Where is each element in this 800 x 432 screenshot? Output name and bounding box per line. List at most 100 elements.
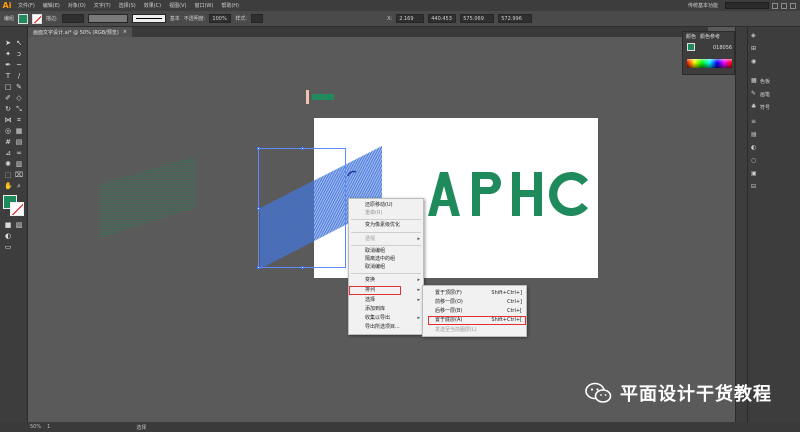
stroke-panel-icon[interactable]: ≡ xyxy=(751,119,757,125)
magic-wand-tool-icon[interactable]: ✦ xyxy=(4,50,12,58)
tab-color-guide[interactable]: 颜色参考 xyxy=(700,33,720,40)
appearance-panel-icon[interactable]: ○ xyxy=(751,158,757,164)
eraser-tool-icon[interactable]: ◇ xyxy=(15,94,23,102)
lasso-tool-icon[interactable]: ↄ xyxy=(15,50,23,58)
scale-tool-icon[interactable]: ⤡ xyxy=(15,105,23,113)
menu-item-pixel-optimize[interactable]: 变为像素级优化 xyxy=(365,222,400,229)
handle-bottom-left[interactable] xyxy=(257,266,260,269)
menu-object[interactable]: 对象(O) xyxy=(64,2,90,9)
width-tool-icon[interactable]: ⋈ xyxy=(4,116,12,124)
menu-effect[interactable]: 效果(C) xyxy=(140,2,165,9)
rotate-tool-icon[interactable]: ↻ xyxy=(4,105,12,113)
maximize-button[interactable] xyxy=(781,2,787,9)
search-input[interactable] xyxy=(725,2,769,9)
paintbrush-tool-icon[interactable]: ✎ xyxy=(15,83,23,91)
gradient-panel-icon[interactable]: ▤ xyxy=(751,132,757,138)
menu-item-bring-forward[interactable]: 前移一层(O) Ctrl+] xyxy=(435,299,522,306)
menu-item-send-backward[interactable]: 后移一层(B) Ctrl+[ xyxy=(435,308,522,315)
handle-top[interactable] xyxy=(301,147,304,150)
properties-icon[interactable]: ⊞ xyxy=(751,46,757,52)
menu-item-transform[interactable]: 变换 xyxy=(365,277,375,284)
close-tab-icon[interactable]: × xyxy=(123,29,127,35)
hand-tool-icon[interactable]: ✋ xyxy=(4,182,13,190)
align-panel-icon[interactable]: ⊟ xyxy=(751,184,757,190)
column-graph-tool-icon[interactable]: ▥ xyxy=(15,160,23,168)
handle-top-left[interactable] xyxy=(257,147,260,150)
mesh-tool-icon[interactable]: # xyxy=(4,138,12,146)
style-field[interactable] xyxy=(251,14,264,23)
h-field[interactable]: 572.996 xyxy=(498,14,533,23)
menu-file[interactable]: 文件(F) xyxy=(14,2,39,9)
menu-item-collect-for-export[interactable]: 收集以导出 xyxy=(365,315,390,322)
pen-tool-icon[interactable]: ✒ xyxy=(4,61,12,69)
menu-item-bring-to-front[interactable]: 置于顶层(F) Shift+Ctrl+] xyxy=(435,290,522,297)
screen-mode-icon[interactable]: ▭ xyxy=(4,243,12,251)
menu-item-isolate-group[interactable]: 隔离选中的组 xyxy=(365,256,395,263)
menu-item-export-selection[interactable]: 导出所选项目... xyxy=(365,324,400,331)
selection-tool-icon[interactable]: ➤ xyxy=(4,39,12,47)
stroke-color-icon[interactable] xyxy=(10,202,24,216)
workspace-switcher[interactable]: 传统基本功能 xyxy=(684,2,722,9)
zoom-tool-icon[interactable]: ⌕ xyxy=(15,182,23,190)
menu-view[interactable]: 视图(V) xyxy=(165,2,190,9)
slice-tool-icon[interactable]: ⌧ xyxy=(15,171,23,179)
handle-left[interactable] xyxy=(257,207,260,210)
menu-item-select[interactable]: 选择 xyxy=(365,297,375,304)
draw-mode-icon[interactable]: ◐ xyxy=(4,232,12,240)
shape-builder-tool-icon[interactable]: ◎ xyxy=(4,127,12,135)
line-tool-icon[interactable]: / xyxy=(15,72,23,80)
menu-window[interactable]: 窗口(W) xyxy=(190,2,217,9)
graphic-styles-icon[interactable]: ▣ xyxy=(751,171,757,177)
y-field[interactable]: 440.453 xyxy=(428,14,457,23)
direct-selection-tool-icon[interactable]: ↖ xyxy=(15,39,23,47)
menu-item-ungroup[interactable]: 取消编组 xyxy=(365,248,385,255)
opacity-field[interactable]: 100% xyxy=(209,14,232,23)
symbol-sprayer-tool-icon[interactable]: ✺ xyxy=(4,160,12,168)
zoom-level[interactable]: 50% xyxy=(30,424,41,430)
document-tab[interactable]: 画面文字设计.ai* @ 50% (RGB/预览) × xyxy=(28,27,132,37)
selection-bounding-box[interactable] xyxy=(257,147,346,269)
dock-item-swatches[interactable]: ▦ 色板 xyxy=(751,75,770,87)
type-tool-icon[interactable]: T xyxy=(4,72,12,80)
perspective-grid-tool-icon[interactable]: ▦ xyxy=(15,127,23,135)
menu-type[interactable]: 文字(T) xyxy=(90,2,115,9)
eyedropper-tool-icon[interactable]: ⊿ xyxy=(4,149,12,157)
close-window-button[interactable] xyxy=(790,2,796,9)
handle-bottom[interactable] xyxy=(301,266,304,269)
gradient-mode-icon[interactable]: ▨ xyxy=(15,221,23,229)
blend-tool-icon[interactable]: ∞ xyxy=(15,149,23,157)
stroke-swatch[interactable] xyxy=(32,13,43,24)
w-field[interactable]: 575.069 xyxy=(460,14,495,23)
menu-select[interactable]: 选择(S) xyxy=(115,2,140,9)
layers-icon[interactable]: ◈ xyxy=(751,33,757,39)
color-mode-icon[interactable]: ■ xyxy=(4,221,12,229)
tab-color[interactable]: 颜色 xyxy=(686,33,696,40)
artboard-number[interactable]: 1 xyxy=(47,424,50,430)
curvature-tool-icon[interactable]: ~ xyxy=(15,61,23,69)
current-color-swatch[interactable] xyxy=(687,43,695,51)
hex-value[interactable]: 018056 xyxy=(713,45,732,51)
dock-item-brushes[interactable]: ✎ 画笔 xyxy=(751,88,770,100)
shaper-tool-icon[interactable]: ✐ xyxy=(4,94,12,102)
color-spectrum[interactable] xyxy=(687,59,732,68)
dock-item-symbols[interactable]: ♣ 符号 xyxy=(751,101,770,113)
gradient-tool-icon[interactable]: ▤ xyxy=(15,138,23,146)
rectangle-tool-icon[interactable]: □ xyxy=(4,83,12,91)
variable-width-field[interactable] xyxy=(87,14,128,23)
artboard-tool-icon[interactable]: ⬚ xyxy=(4,171,12,179)
menu-item-add-to-library[interactable]: 添加到库 xyxy=(365,306,385,313)
menu-item-ungroup-2[interactable]: 取消编组 xyxy=(365,264,385,271)
stroke-profile-preview[interactable] xyxy=(131,14,166,23)
libraries-icon[interactable]: ◉ xyxy=(751,59,757,65)
menu-edit[interactable]: 编辑(E) xyxy=(39,2,64,9)
menu-item-undo-move[interactable]: 还原移动(U) xyxy=(365,202,393,209)
fill-stroke-widget[interactable] xyxy=(3,195,25,217)
arrange-submenu: 置于顶层(F) Shift+Ctrl+] 前移一层(O) Ctrl+] 后移一层… xyxy=(422,285,527,337)
stroke-weight-field[interactable] xyxy=(61,14,84,23)
free-transform-tool-icon[interactable]: ⌗ xyxy=(15,116,23,124)
fill-swatch[interactable] xyxy=(18,13,29,24)
minimize-button[interactable] xyxy=(772,2,778,9)
x-field[interactable]: 2.169 xyxy=(396,14,425,23)
transparency-panel-icon[interactable]: ◐ xyxy=(751,145,757,151)
menu-help[interactable]: 帮助(H) xyxy=(217,2,243,9)
